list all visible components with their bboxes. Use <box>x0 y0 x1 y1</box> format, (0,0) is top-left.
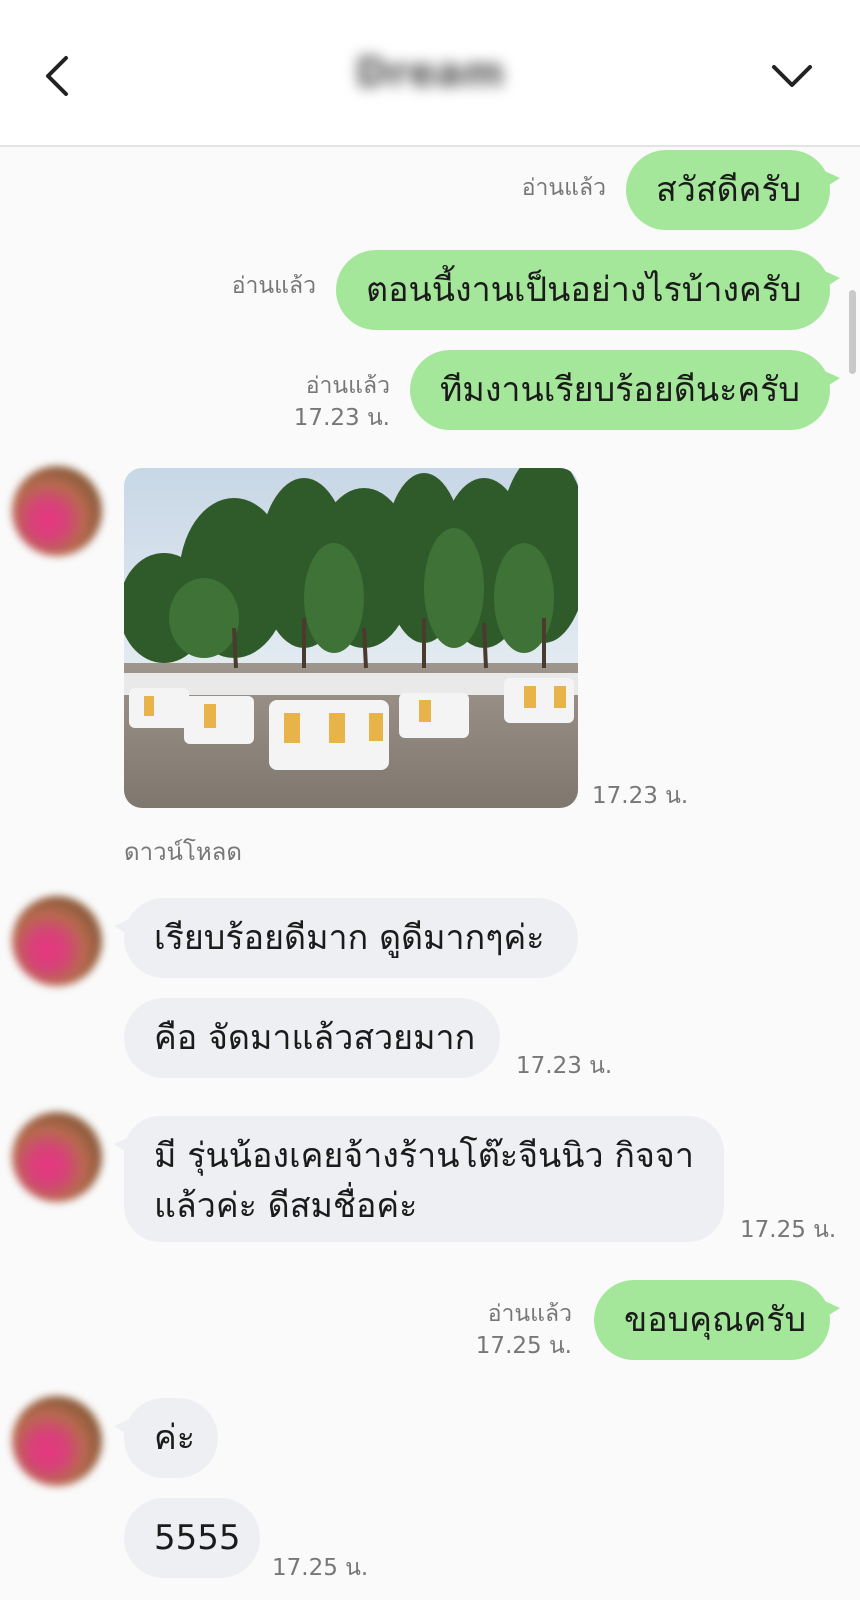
read-receipt: อ่านแล้ว <box>305 373 390 399</box>
message-bubble-outgoing[interactable]: ทีมงานเรียบร้อยดีนะครับ <box>410 350 840 430</box>
read-receipt: อ่านแล้ว <box>231 273 316 299</box>
message-bubble-outgoing[interactable]: ขอบคุณครับ <box>594 1280 840 1360</box>
event-photo-image <box>124 468 578 808</box>
avatar[interactable] <box>12 1112 102 1202</box>
download-link[interactable]: ดาวน์โหลด <box>124 832 242 871</box>
message-time: 17.23 น. <box>516 1053 613 1079</box>
message-time: 17.25 น. <box>272 1555 369 1581</box>
message-time: 17.25 น. <box>740 1217 837 1243</box>
message-bubble-outgoing[interactable]: ตอนนี้งานเป็นอย่างไรบ้างครับ <box>336 250 840 330</box>
menu-toggle-button[interactable] <box>764 55 820 99</box>
read-receipt: อ่านแล้ว <box>487 1301 572 1327</box>
message-time: 17.23 น. <box>592 783 689 809</box>
chat-header: Dream <box>0 0 860 147</box>
shared-photo[interactable] <box>124 468 578 808</box>
message-bubble-incoming[interactable]: ค่ะ <box>114 1398 218 1478</box>
read-receipt: อ่านแล้ว <box>521 175 606 201</box>
chevron-down-icon <box>772 65 812 87</box>
message-time: 17.23 น. <box>293 405 390 431</box>
message-bubble-incoming[interactable]: คือ จัดมาแล้วสวยมาก <box>124 998 500 1078</box>
message-bubble-incoming[interactable]: เรียบร้อยดีมาก ดูดีมากๆค่ะ <box>114 898 578 978</box>
avatar[interactable] <box>12 466 102 556</box>
message-time: 17.25 น. <box>475 1333 572 1359</box>
chat-title: Dream <box>355 50 505 96</box>
message-bubble-incoming[interactable]: มี รุ่นน้องเคยจ้างร้านโต๊ะจีนนิว กิจจา แ… <box>114 1116 724 1242</box>
avatar[interactable] <box>12 1396 102 1486</box>
message-line: แล้วค่ะ ดีสมชื่อค่ะ <box>154 1186 418 1226</box>
avatar[interactable] <box>12 896 102 986</box>
message-bubble-incoming[interactable]: 5555 <box>124 1498 260 1578</box>
scrollbar[interactable] <box>849 290 856 374</box>
message-bubble-outgoing[interactable]: สวัสดีครับ <box>626 150 840 230</box>
message-line: มี รุ่นน้องเคยจ้างร้านโต๊ะจีนนิว กิจจา <box>154 1136 694 1176</box>
